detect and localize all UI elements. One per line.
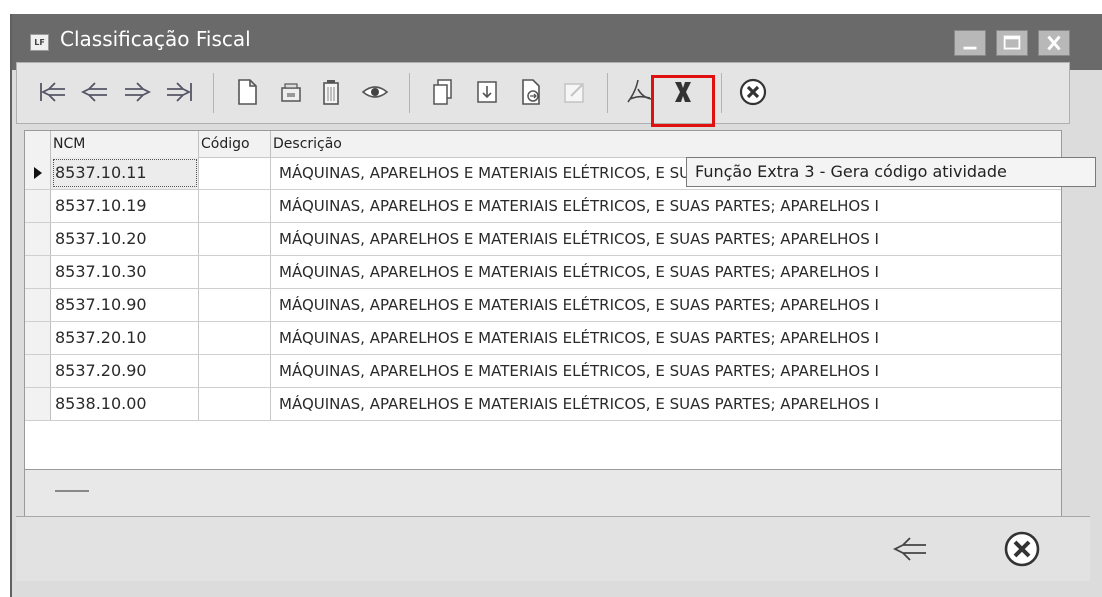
minimize-icon bbox=[963, 46, 977, 50]
highlight-box bbox=[651, 75, 715, 127]
window-title: Classificação Fiscal bbox=[60, 27, 251, 51]
cell-descricao[interactable]: MÁQUINAS, APARELHOS E MATERIAIS ELÉTRICO… bbox=[271, 289, 1061, 321]
cell-ncm[interactable]: 8537.20.90 bbox=[51, 355, 199, 387]
cell-codigo[interactable] bbox=[199, 190, 271, 222]
back-button[interactable] bbox=[888, 527, 932, 571]
table-row[interactable]: 8537.10.20 MÁQUINAS, APARELHOS E MATERIA… bbox=[25, 223, 1061, 256]
cell-codigo[interactable] bbox=[199, 289, 271, 321]
cell-descricao[interactable]: MÁQUINAS, APARELHOS E MATERIAIS ELÉTRICO… bbox=[271, 355, 1061, 387]
column-header-descricao[interactable]: Descrição bbox=[271, 131, 1061, 157]
cancel-circle-icon bbox=[1004, 531, 1040, 567]
close-icon bbox=[1047, 35, 1061, 51]
cell-ncm[interactable]: 8537.10.19 bbox=[51, 190, 199, 222]
document-arrow-icon bbox=[522, 79, 540, 105]
pdf-icon bbox=[627, 79, 652, 103]
status-dash bbox=[55, 490, 89, 492]
row-indicator bbox=[25, 157, 51, 189]
grid-header: NCM Código Descrição bbox=[25, 131, 1061, 158]
cancel-circle-icon bbox=[739, 78, 767, 106]
table-row[interactable]: 8538.10.00 MÁQUINAS, APARELHOS E MATERIA… bbox=[25, 388, 1061, 421]
left-arrow-icon bbox=[80, 82, 107, 102]
copy-icon bbox=[433, 79, 452, 105]
toolbar bbox=[16, 62, 1070, 124]
right-arrow-icon bbox=[125, 82, 152, 102]
column-header-codigo[interactable]: Código bbox=[199, 131, 271, 157]
eye-icon bbox=[361, 86, 389, 98]
toolbar-separator bbox=[409, 73, 410, 113]
table-row[interactable]: 8537.10.30 MÁQUINAS, APARELHOS E MATERIA… bbox=[25, 256, 1061, 289]
cell-codigo[interactable] bbox=[199, 322, 271, 354]
left-arrow-icon bbox=[892, 537, 926, 561]
cell-codigo[interactable] bbox=[199, 157, 271, 189]
cell-codigo[interactable] bbox=[199, 388, 271, 420]
import-button[interactable] bbox=[469, 73, 505, 111]
first-arrow-icon bbox=[40, 82, 65, 102]
row-indicator bbox=[25, 322, 51, 354]
app-icon: LF bbox=[30, 34, 49, 51]
cell-ncm[interactable]: 8537.10.90 bbox=[51, 289, 199, 321]
cell-ncm[interactable]: 8537.10.20 bbox=[51, 223, 199, 255]
minimize-button[interactable] bbox=[954, 30, 986, 56]
current-row-arrow-icon bbox=[34, 167, 42, 179]
cell-descricao[interactable]: MÁQUINAS, APARELHOS E MATERIAIS ELÉTRICO… bbox=[271, 322, 1061, 354]
edit-icon bbox=[281, 83, 301, 102]
edit-button[interactable] bbox=[273, 73, 309, 111]
tooltip: Função Extra 3 - Gera código atividade bbox=[686, 157, 1096, 187]
table-row[interactable]: 8537.20.90 MÁQUINAS, APARELHOS E MATERIA… bbox=[25, 355, 1061, 388]
cell-codigo[interactable] bbox=[199, 256, 271, 288]
new-document-icon bbox=[238, 79, 257, 105]
extra-function-3-button[interactable] bbox=[513, 73, 549, 111]
footer-bar bbox=[16, 516, 1090, 581]
row-indicator bbox=[25, 388, 51, 420]
import-icon bbox=[477, 81, 497, 103]
view-button[interactable] bbox=[357, 73, 393, 111]
cell-codigo[interactable] bbox=[199, 223, 271, 255]
row-indicator bbox=[25, 355, 51, 387]
table-row[interactable]: 8537.20.10 MÁQUINAS, APARELHOS E MATERIA… bbox=[25, 322, 1061, 355]
cell-ncm[interactable]: 8537.20.10 bbox=[51, 322, 199, 354]
trash-icon bbox=[323, 80, 339, 105]
toolbar-separator bbox=[607, 73, 608, 113]
close-button[interactable] bbox=[735, 73, 771, 111]
cell-codigo[interactable] bbox=[199, 355, 271, 387]
cell-ncm[interactable]: 8537.10.11 bbox=[51, 157, 199, 189]
table-row[interactable]: 8537.10.19 MÁQUINAS, APARELHOS E MATERIA… bbox=[25, 190, 1061, 223]
first-record-button[interactable] bbox=[35, 73, 71, 111]
cell-descricao[interactable]: MÁQUINAS, APARELHOS E MATERIAIS ELÉTRICO… bbox=[271, 223, 1061, 255]
cell-ncm[interactable]: 8538.10.00 bbox=[51, 388, 199, 420]
copy-button[interactable] bbox=[425, 73, 461, 111]
table-row[interactable]: 8537.10.90 MÁQUINAS, APARELHOS E MATERIA… bbox=[25, 289, 1061, 322]
row-indicator bbox=[25, 289, 51, 321]
column-header-ncm[interactable]: NCM bbox=[51, 131, 199, 157]
last-arrow-icon bbox=[167, 82, 192, 102]
row-indicator bbox=[25, 256, 51, 288]
grid-status-strip bbox=[24, 470, 1062, 516]
cancel-button[interactable] bbox=[1000, 527, 1044, 571]
maximize-icon bbox=[1003, 35, 1021, 50]
disabled-edit-button[interactable] bbox=[557, 73, 593, 111]
cell-ncm[interactable]: 8537.10.30 bbox=[51, 256, 199, 288]
close-window-button[interactable] bbox=[1038, 30, 1070, 56]
maximize-button[interactable] bbox=[996, 30, 1028, 56]
cell-descricao[interactable]: MÁQUINAS, APARELHOS E MATERIAIS ELÉTRICO… bbox=[271, 190, 1061, 222]
row-indicator bbox=[25, 190, 51, 222]
indicator-header bbox=[25, 131, 51, 157]
last-record-button[interactable] bbox=[161, 73, 197, 111]
toolbar-separator bbox=[213, 73, 214, 113]
previous-record-button[interactable] bbox=[77, 73, 113, 111]
cell-descricao[interactable]: MÁQUINAS, APARELHOS E MATERIAIS ELÉTRICO… bbox=[271, 388, 1061, 420]
edit-disabled-icon bbox=[564, 83, 584, 103]
cell-descricao[interactable]: MÁQUINAS, APARELHOS E MATERIAIS ELÉTRICO… bbox=[271, 256, 1061, 288]
new-button[interactable] bbox=[229, 73, 265, 111]
delete-button[interactable] bbox=[313, 73, 349, 111]
next-record-button[interactable] bbox=[119, 73, 155, 111]
row-indicator bbox=[25, 223, 51, 255]
toolbar-separator bbox=[721, 73, 722, 113]
